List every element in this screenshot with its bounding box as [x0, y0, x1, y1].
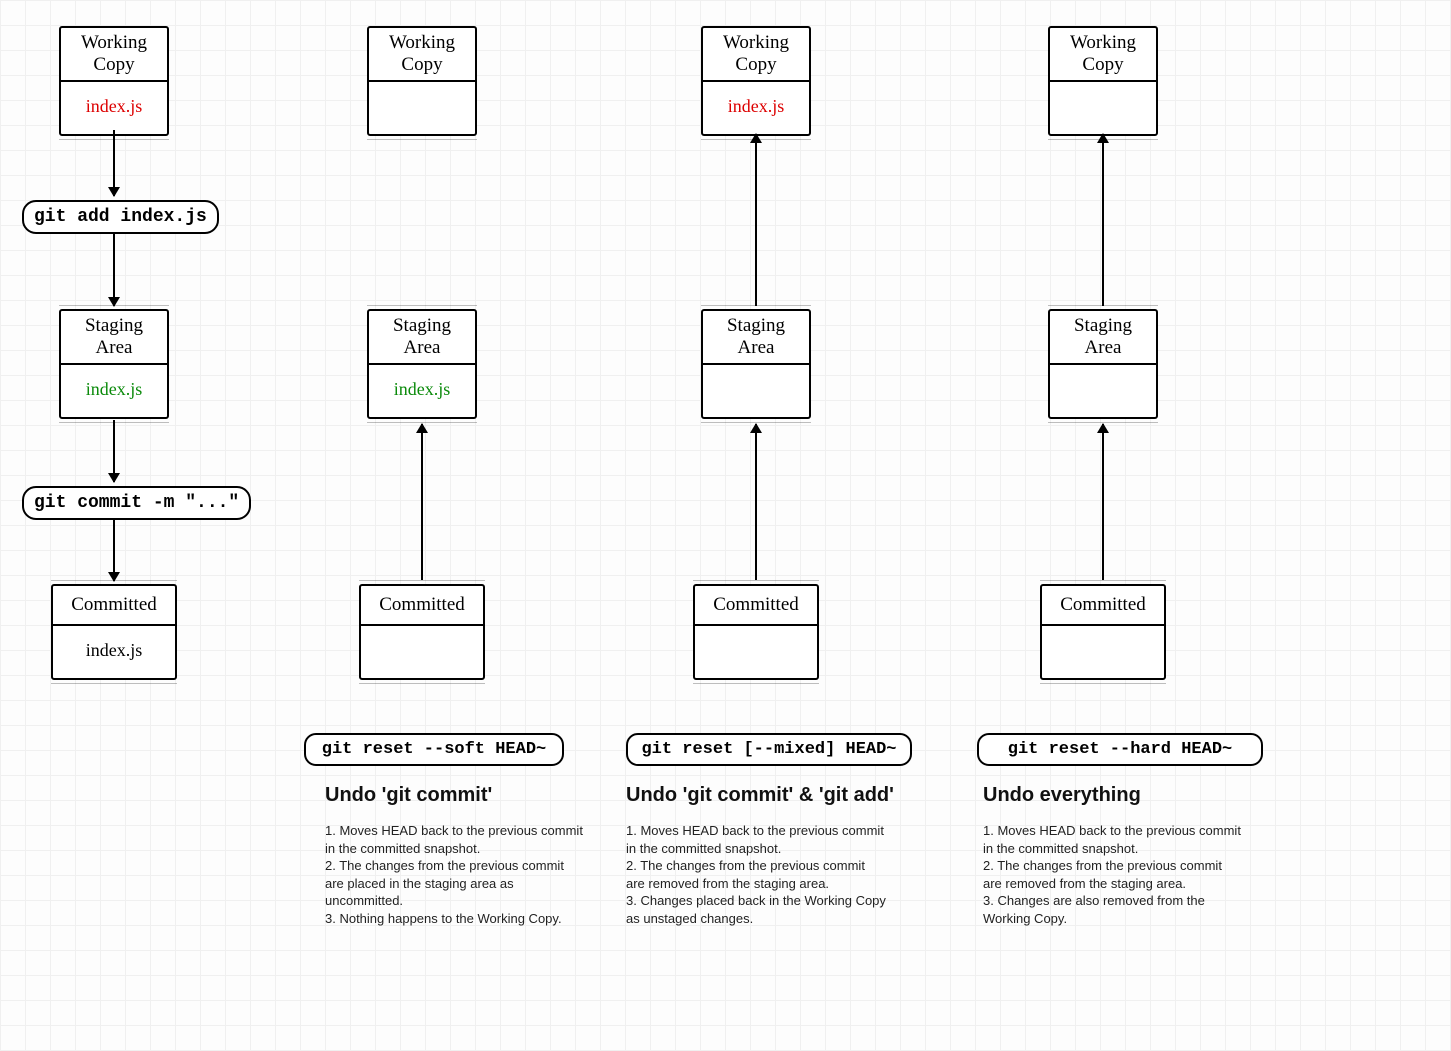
col4-working-copy-box: WorkingCopy [1048, 26, 1158, 136]
arrow-committed-to-staging-mixed [755, 424, 757, 580]
committed-header: Committed [1042, 586, 1164, 626]
col2-staging-file: index.js [369, 365, 475, 417]
working-copy-header: WorkingCopy [1050, 28, 1156, 82]
committed-header: Committed [695, 586, 817, 626]
col4-committed-empty [1042, 626, 1164, 678]
col1-git-add-cmd: git add index.js [22, 200, 219, 234]
hard-heading: Undo everything [983, 784, 1141, 807]
col1-committed-box: Committed index.js [51, 584, 177, 680]
col2-working-copy-box: WorkingCopy [367, 26, 477, 136]
arrow-staging-to-wc-hard [1102, 134, 1104, 306]
hard-body: 1. Moves HEAD back to the previous commi… [983, 822, 1243, 927]
col3-staging-empty [703, 365, 809, 417]
col2-working-file [369, 82, 475, 134]
reset-mixed-cmd: git reset [--mixed] HEAD~ [626, 733, 912, 766]
staging-header: StagingArea [369, 311, 475, 365]
arrow-staging-to-wc-mixed [755, 134, 757, 306]
working-copy-header: WorkingCopy [369, 28, 475, 82]
arrow-add-to-staging [113, 233, 115, 306]
col3-committed-empty [695, 626, 817, 678]
committed-header: Committed [361, 586, 483, 626]
col2-committed-empty [361, 626, 483, 678]
col1-working-copy-box: WorkingCopy index.js [59, 26, 169, 136]
col2-staging-box: StagingArea index.js [367, 309, 477, 419]
col1-staging-box: StagingArea index.js [59, 309, 169, 419]
staging-header: StagingArea [703, 311, 809, 365]
arrow-committed-to-staging-hard [1102, 424, 1104, 580]
soft-heading: Undo 'git commit' [325, 784, 492, 807]
col1-working-file: index.js [61, 82, 167, 134]
mixed-body: 1. Moves HEAD back to the previous commi… [626, 822, 886, 927]
col2-committed-box: Committed [359, 584, 485, 680]
arrow-commit-cmd-to-committed [113, 519, 115, 581]
col4-committed-box: Committed [1040, 584, 1166, 680]
staging-header: StagingArea [61, 311, 167, 365]
col3-staging-box: StagingArea [701, 309, 811, 419]
col1-git-commit-cmd: git commit -m "..." [22, 486, 251, 520]
col4-staging-empty [1050, 365, 1156, 417]
reset-hard-cmd: git reset --hard HEAD~ [977, 733, 1263, 766]
arrow-wc-to-add [113, 130, 115, 196]
col4-working-empty [1050, 82, 1156, 134]
col1-staging-file: index.js [61, 365, 167, 417]
col4-staging-box: StagingArea [1048, 309, 1158, 419]
staging-header: StagingArea [1050, 311, 1156, 365]
arrow-committed-to-staging-soft [421, 424, 423, 580]
working-copy-header: WorkingCopy [61, 28, 167, 82]
col3-working-file: index.js [703, 82, 809, 134]
committed-header: Committed [53, 586, 175, 626]
col1-committed-file: index.js [53, 626, 175, 678]
arrow-staging-to-commit-cmd [113, 420, 115, 482]
reset-soft-cmd: git reset --soft HEAD~ [304, 733, 564, 766]
working-copy-header: WorkingCopy [703, 28, 809, 82]
col3-committed-box: Committed [693, 584, 819, 680]
soft-body: 1. Moves HEAD back to the previous commi… [325, 822, 585, 927]
mixed-heading: Undo 'git commit' & 'git add' [626, 784, 894, 807]
col3-working-copy-box: WorkingCopy index.js [701, 26, 811, 136]
